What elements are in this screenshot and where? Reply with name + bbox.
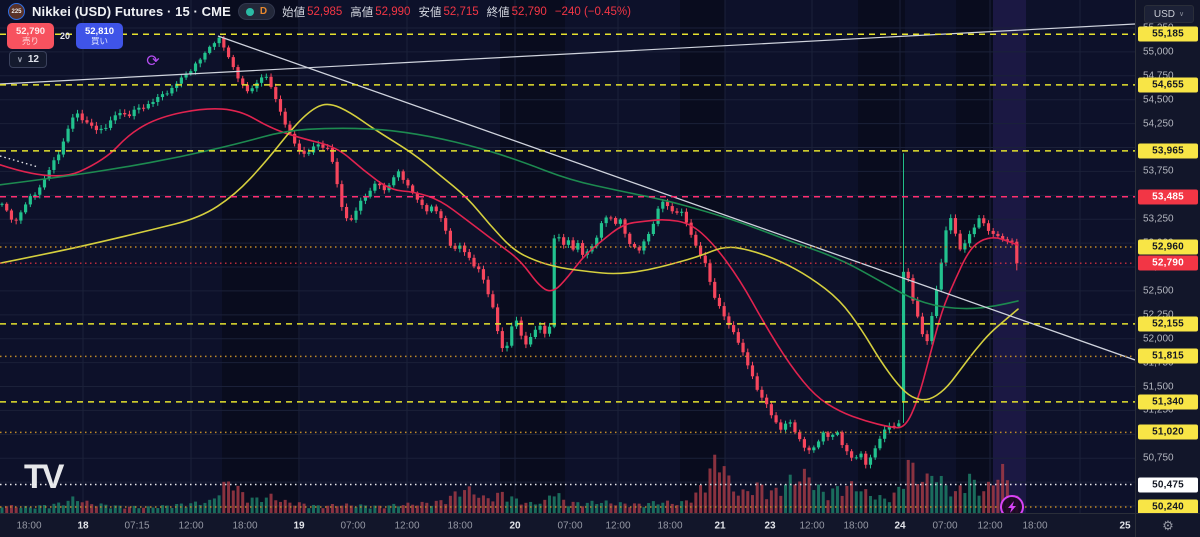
session-interval-pill[interactable]: D <box>237 3 276 20</box>
high-label: 高値 <box>350 6 374 19</box>
drawing-price-tag[interactable]: 51,340 <box>1138 394 1198 410</box>
sell-button[interactable]: 52,790 売り <box>7 23 54 49</box>
time-axis-label: 18 <box>77 520 89 531</box>
buy-label: 買い <box>90 35 108 46</box>
open-label: 始値 <box>282 6 306 19</box>
low-label: 安値 <box>418 6 442 19</box>
object-count: 12 <box>27 54 39 65</box>
time-axis-label: 24 <box>894 520 906 531</box>
time-axis-label: 18:00 <box>657 520 683 531</box>
time-axis-label: 12:00 <box>178 520 204 531</box>
chevron-down-icon: ∨ <box>1179 11 1185 18</box>
price-chart-canvas[interactable] <box>0 0 1135 513</box>
time-axis-label: 07:00 <box>557 520 583 531</box>
sync-refresh-icon[interactable]: ⟳ <box>143 52 163 72</box>
open-value: 52,985 <box>307 5 343 18</box>
price-axis-label: 53,750 <box>1143 165 1174 177</box>
drawing-price-tag[interactable]: 55,185 <box>1138 26 1198 42</box>
price-axis-label: 55,000 <box>1143 46 1174 58</box>
change-value: −240 (−0.45%) <box>554 5 631 18</box>
time-axis-label: 25 <box>1119 520 1131 531</box>
symbol-logo-icon: 225 <box>8 3 25 20</box>
time-axis-label: 21 <box>714 520 726 531</box>
gear-icon: ⚙ <box>1162 517 1174 533</box>
time-axis-label: 18:00 <box>843 520 869 531</box>
session-status-icon <box>245 7 254 16</box>
axis-settings-button[interactable]: ⚙ <box>1135 513 1200 537</box>
price-axis-label: 52,500 <box>1143 285 1174 297</box>
drawing-price-tag[interactable]: 51,020 <box>1138 424 1198 440</box>
drawing-price-tag[interactable]: 52,155 <box>1138 316 1198 332</box>
chevron-down-icon: ∨ <box>17 55 23 64</box>
symbol-title[interactable]: Nikkei (USD) Futures · 15 · CME <box>32 4 231 19</box>
currency-label: USD <box>1153 8 1175 20</box>
time-axis-label: 07:15 <box>124 520 150 531</box>
time-axis-label: 07:00 <box>932 520 958 531</box>
object-tree-toggle[interactable]: ∨ 12 <box>9 51 47 68</box>
time-axis-label: 18:00 <box>447 520 473 531</box>
trading-chart-app: TV 225 Nikkei (USD) Futures · 15 · CME D… <box>0 0 1200 537</box>
price-axis-label: 50,750 <box>1143 452 1174 464</box>
spread-value: 20 <box>59 31 70 41</box>
chart-header: 225 Nikkei (USD) Futures · 15 · CME D 始値… <box>8 3 631 20</box>
drawing-price-tag[interactable]: 50,475 <box>1138 477 1198 493</box>
time-axis-label: 20 <box>509 520 521 531</box>
drawing-price-tag[interactable]: 51,815 <box>1138 348 1198 364</box>
currency-selector[interactable]: USD ∨ <box>1144 5 1194 23</box>
tradingview-logo: TV <box>24 458 64 496</box>
time-axis-label: 18:00 <box>232 520 258 531</box>
time-axis-label: 12:00 <box>605 520 631 531</box>
low-value: 52,715 <box>443 5 479 18</box>
time-axis-label: 18:00 <box>1022 520 1048 531</box>
sell-label: 売り <box>21 35 39 46</box>
time-axis-label: 23 <box>764 520 776 531</box>
buy-button[interactable]: 52,810 買い <box>76 23 123 49</box>
drawing-price-tag[interactable]: 53,965 <box>1138 143 1198 159</box>
time-axis-label: 19 <box>293 520 305 531</box>
drawing-price-tag[interactable]: 54,655 <box>1138 77 1198 93</box>
time-axis-label: 12:00 <box>799 520 825 531</box>
price-axis-label: 51,500 <box>1143 381 1174 393</box>
drawing-price-tag[interactable]: 53,485 <box>1138 189 1198 205</box>
price-axis-label: 54,250 <box>1143 118 1174 130</box>
price-axis-label: 54,500 <box>1143 94 1174 106</box>
high-value: 52,990 <box>375 5 411 18</box>
price-axis-label: 53,250 <box>1143 213 1174 225</box>
time-axis-label: 12:00 <box>394 520 420 531</box>
time-axis-label: 12:00 <box>977 520 1003 531</box>
interval-badge: D <box>259 6 268 17</box>
close-value: 52,790 <box>511 5 547 18</box>
time-axis-label: 18:00 <box>16 520 42 531</box>
time-axis-label: 07:00 <box>340 520 366 531</box>
close-label: 終値 <box>486 6 510 19</box>
trade-panel: 52,790 売り 20 52,810 買い <box>7 23 123 49</box>
current-price-tag[interactable]: 52,790 <box>1138 255 1198 271</box>
ohlc-readout: 始値 52,985 高値 52,990 安値 52,715 終値 52,790 … <box>282 4 631 20</box>
price-axis[interactable]: USD ∨ 55,25055,00054,75054,50054,25054,0… <box>1135 0 1200 515</box>
price-axis-label: 52,000 <box>1143 333 1174 345</box>
drawing-price-tag[interactable]: 52,960 <box>1138 239 1198 255</box>
time-axis[interactable]: 18:00 18 07:15 12:00 18:00 19 07:00 12:00 18:00 2… <box>0 513 1135 537</box>
